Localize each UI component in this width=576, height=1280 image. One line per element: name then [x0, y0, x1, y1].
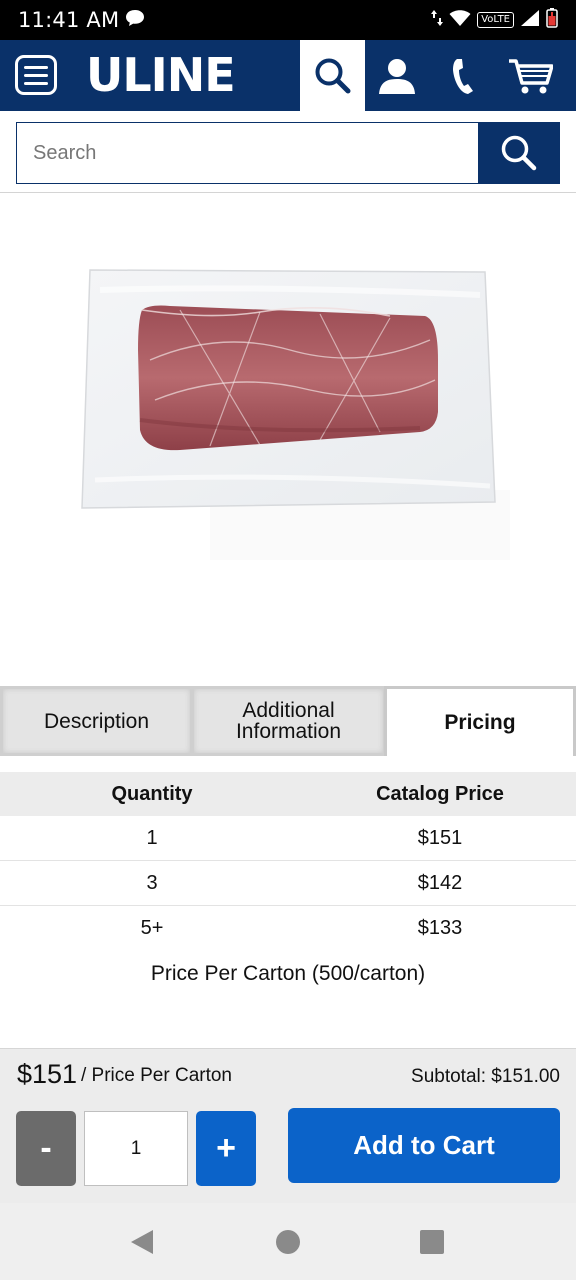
row-price: $151 [417, 826, 463, 849]
pricing-table-header: Quantity Catalog Price [0, 772, 576, 816]
signal-icon [520, 9, 540, 32]
subtotal: Subtotal: $151.00 [411, 1066, 560, 1087]
tab-pricing-label: Pricing [444, 711, 516, 734]
tab-additional-information-label: Additional Information [235, 699, 342, 743]
product-image[interactable] [60, 250, 520, 570]
recents-icon[interactable] [402, 1203, 462, 1280]
row-quantity: 1 [146, 826, 158, 849]
row-quantity: 5+ [140, 917, 164, 939]
tab-description[interactable]: Description [0, 686, 193, 756]
tab-additional-information[interactable]: Additional Information [191, 686, 386, 756]
quantity-increase-button[interactable]: + [196, 1111, 256, 1186]
search-submit-button[interactable] [478, 122, 560, 184]
menu-icon[interactable] [15, 55, 57, 95]
add-to-cart-button[interactable]: Add to Cart [288, 1108, 560, 1183]
system-nav-bar [0, 1203, 576, 1280]
table-row: 1 $151 [0, 816, 576, 861]
account-icon[interactable] [372, 40, 422, 111]
data-arrows-icon [431, 9, 444, 32]
status-time: 11:41 AM [18, 8, 120, 32]
column-header-quantity: Quantity [111, 782, 193, 805]
search-bar [16, 122, 560, 184]
search-icon [501, 135, 537, 171]
phone-icon[interactable] [440, 40, 484, 111]
header-divider [0, 192, 576, 193]
tab-description-label: Description [43, 709, 150, 733]
status-bar: 11:41 AM VoLTE [0, 0, 576, 40]
row-price: $133 [417, 917, 463, 939]
price-per-carton-note: Price Per Carton (500/carton) [150, 962, 426, 985]
quantity-decrease-button[interactable]: - [16, 1111, 76, 1186]
purchase-panel: $151 / Price Per Carton Subtotal: $151.0… [0, 1048, 576, 1203]
table-row: 3 $142 [0, 861, 576, 906]
chat-bubble-icon [125, 9, 145, 32]
cart-icon[interactable] [500, 40, 560, 111]
home-icon[interactable] [258, 1203, 318, 1280]
uline-logo[interactable]: ULINE [86, 48, 236, 102]
back-icon[interactable] [112, 1203, 172, 1280]
pricing-table: Quantity Catalog Price 1 $151 3 $142 5+ … [0, 772, 576, 951]
table-row: 5+ $133 [0, 906, 576, 951]
search-icon[interactable] [300, 40, 365, 111]
volte-badge: VoLTE [477, 12, 514, 28]
tab-pricing[interactable]: Pricing [384, 686, 576, 756]
search-input[interactable] [16, 122, 478, 184]
row-price: $142 [417, 871, 463, 894]
site-header: ULINE [0, 40, 576, 111]
wifi-icon [449, 9, 471, 32]
column-header-catalog-price: Catalog Price [376, 782, 504, 805]
product-tabs: Description Additional Information Prici… [0, 686, 576, 756]
unit-price-label: / Price Per Carton [81, 1065, 232, 1086]
quantity-input[interactable] [84, 1111, 188, 1186]
unit-price: $151 [17, 1059, 78, 1089]
row-quantity: 3 [146, 871, 158, 894]
battery-icon [546, 7, 558, 33]
